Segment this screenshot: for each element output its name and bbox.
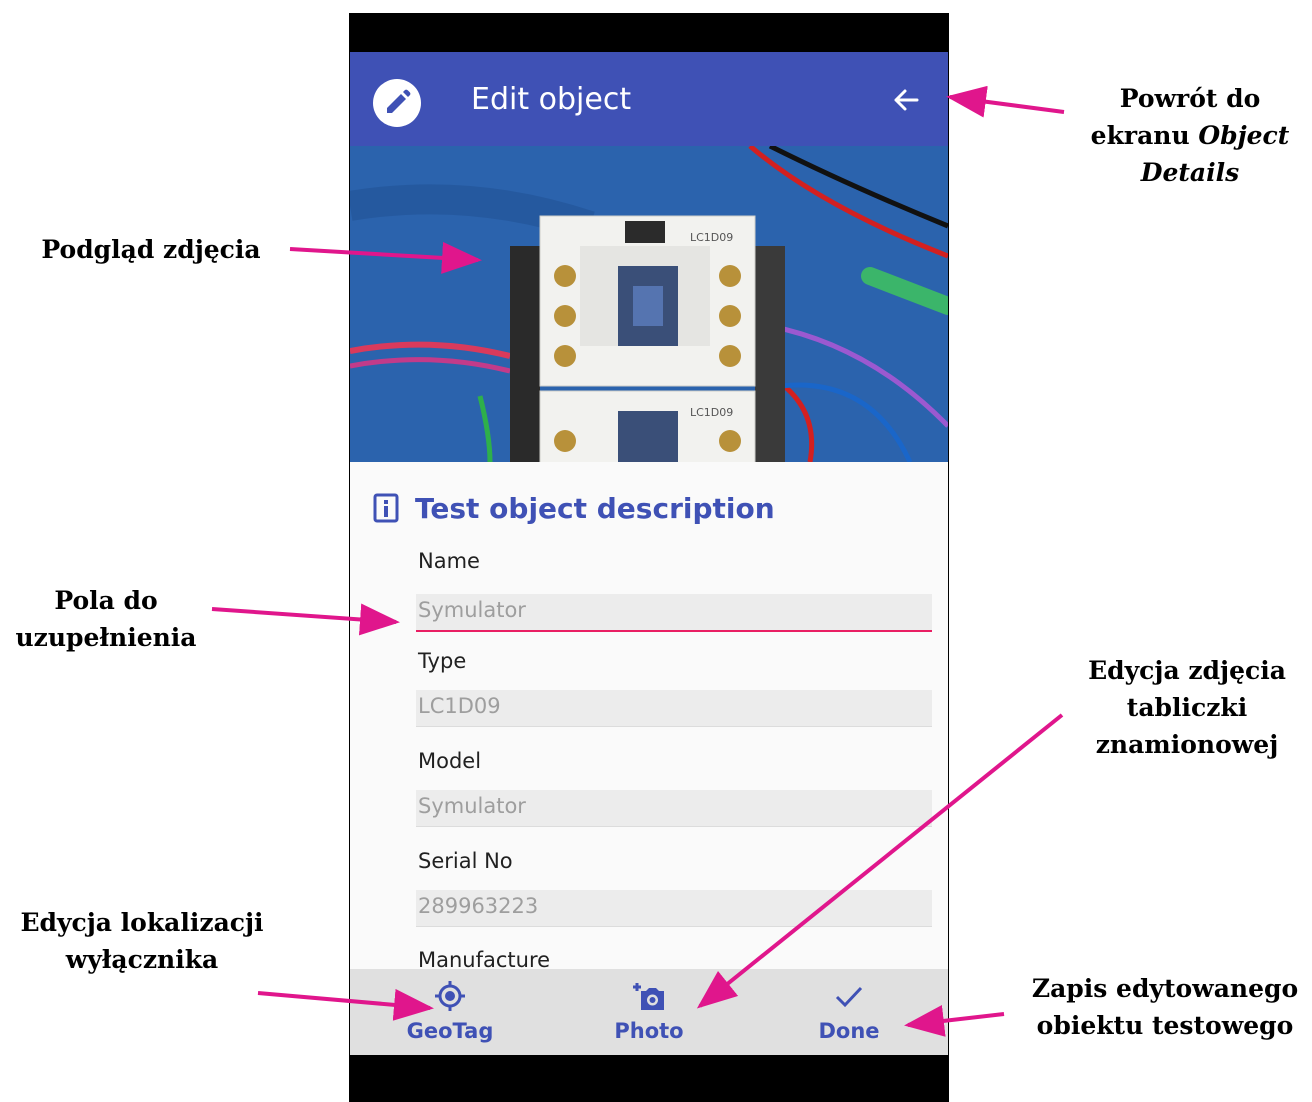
app-screen: Edit object LC1D09 LC1D09 Test object de… [350, 52, 948, 1055]
serial-no-field-value: 289963223 [418, 894, 539, 918]
phone-frame: Edit object LC1D09 LC1D09 Test object de… [349, 13, 949, 1102]
annotation-photo-edit-line2: tabliczki [1126, 693, 1248, 722]
annotation-fields: Pola do uzupełnienia [0, 582, 212, 656]
type-field[interactable]: LC1D09 [416, 690, 932, 727]
geotag-button[interactable]: GeoTag [375, 969, 525, 1055]
annotation-location-line2: wyłącznika [65, 945, 219, 974]
annotation-photo-edit: Edycja zdjęcia tabliczki znamionowej [1062, 652, 1312, 763]
nameplate-photo-preview: LC1D09 LC1D09 [350, 146, 948, 462]
pencil-icon [373, 79, 421, 127]
annotation-preview: Podgląd zdjęcia [41, 235, 261, 264]
section-title: Test object description [415, 492, 775, 525]
photo-label-model-top: LC1D09 [690, 231, 733, 244]
page-title: Edit object [471, 82, 632, 117]
annotation-photo-edit-line1: Edycja zdjęcia [1088, 656, 1286, 685]
geotag-icon [433, 979, 467, 1013]
annotation-location-line1: Edycja lokalizacji [20, 908, 264, 937]
geotag-label: GeoTag [406, 1019, 494, 1043]
check-icon [832, 979, 866, 1013]
back-arrow-icon[interactable] [891, 85, 921, 115]
annotation-photo-edit-line3: znamionowej [1095, 730, 1279, 759]
add-photo-icon [632, 979, 666, 1013]
annotation-back-line3: Details [1140, 158, 1240, 187]
photo-label: Photo [614, 1019, 684, 1043]
done-button[interactable]: Done [774, 969, 924, 1055]
serial-no-label: Serial No [418, 849, 513, 873]
done-label: Done [818, 1019, 880, 1043]
name-label: Name [418, 549, 480, 573]
photo-button[interactable]: Photo [574, 969, 724, 1055]
annotation-fields-line1: Pola do [54, 586, 158, 615]
annotation-back: Powrót do ekranu Object Details [1080, 80, 1300, 191]
annotation-save: Zapis edytowanego obiektu testowego [1018, 970, 1312, 1044]
bottom-action-bar: GeoTag Photo Done [350, 969, 948, 1055]
arrow-back [946, 85, 1065, 118]
name-field[interactable]: Symulator [416, 594, 932, 632]
photo-label-model-bottom: LC1D09 [690, 406, 733, 419]
name-field-value: Symulator [418, 598, 526, 622]
model-field[interactable]: Symulator [416, 790, 932, 827]
annotation-save-line2: obiektu testowego [1036, 1011, 1294, 1040]
info-icon [373, 493, 399, 527]
model-field-value: Symulator [418, 794, 526, 818]
annotation-fields-line2: uzupełnienia [15, 623, 197, 652]
annotation-location: Edycja lokalizacji wyłącznika [0, 904, 284, 978]
type-label: Type [418, 649, 467, 673]
app-bar: Edit object [350, 52, 948, 146]
type-field-value: LC1D09 [418, 694, 501, 718]
model-label: Model [418, 749, 482, 773]
annotation-save-line1: Zapis edytowanego [1031, 974, 1299, 1003]
annotation-back-line2-italic: Object [1198, 121, 1290, 150]
serial-no-field[interactable]: 289963223 [416, 890, 932, 927]
annotation-back-line1: Powrót do [1119, 84, 1261, 113]
annotation-back-line2: ekranu [1090, 121, 1199, 150]
